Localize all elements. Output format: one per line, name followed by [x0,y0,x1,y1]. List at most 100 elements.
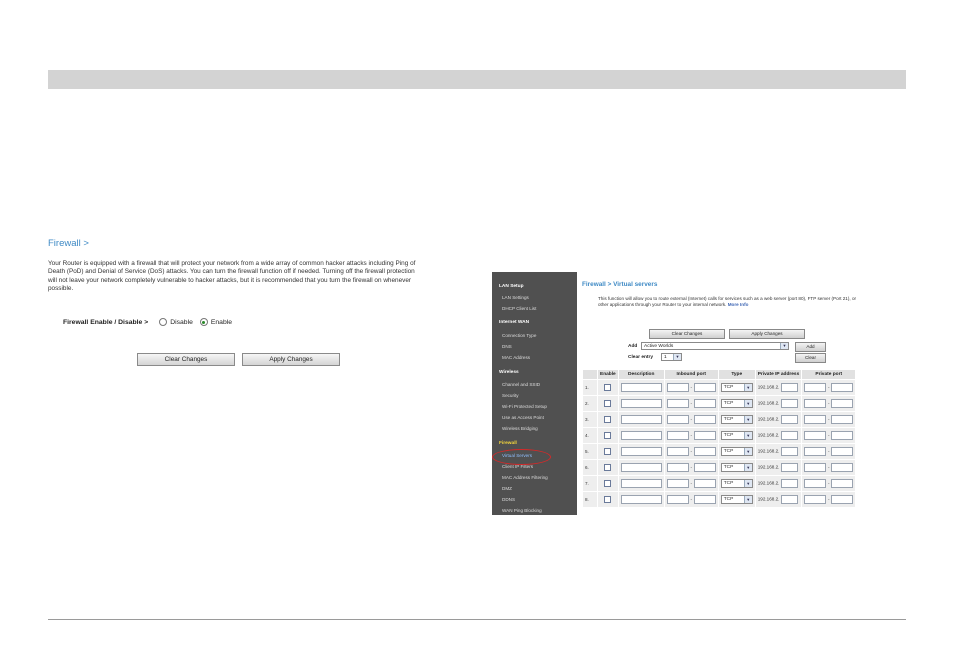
private-port-start-input[interactable] [804,495,827,504]
inbound-port-start-input[interactable] [666,447,689,456]
description-input[interactable] [620,479,662,488]
private-ip-input[interactable] [780,463,798,472]
private-port-start-input[interactable] [804,463,827,472]
enable-checkbox[interactable] [604,463,612,471]
sidebar-item-wireless-bridging[interactable]: Wireless Bridging [502,426,538,431]
sidebar-item-mac-filtering[interactable]: MAC Address Filtering [502,475,548,480]
vs-clear-changes-button[interactable]: Clear Changes [649,329,725,339]
private-port-cell: - [802,492,856,507]
private-ip-input[interactable] [780,415,798,424]
enable-checkbox[interactable] [604,447,612,455]
inbound-port-end-input[interactable] [693,479,716,488]
inbound-port-start-input[interactable] [666,383,689,392]
enable-checkbox[interactable] [604,415,612,423]
private-port-end-input[interactable] [831,431,854,440]
private-port-start-input[interactable] [804,479,827,488]
inbound-port-start-input[interactable] [666,479,689,488]
type-select[interactable]: TCP ▼ [720,495,753,504]
sidebar-item-ddns[interactable]: DDNS [502,497,515,502]
enable-checkbox[interactable] [604,479,612,487]
more-info-link[interactable]: More Info [728,302,749,307]
private-port-start-input[interactable] [804,399,827,408]
sidebar-item-security[interactable]: Security [502,393,519,398]
inbound-port-start-input[interactable] [666,399,689,408]
private-ip-input[interactable] [780,383,798,392]
clear-changes-button[interactable]: Clear Changes [137,353,235,366]
private-ip-input[interactable] [780,495,798,504]
private-port-end-input[interactable] [831,463,854,472]
row-number: 8. [583,492,597,507]
inbound-port-end-input[interactable] [693,415,716,424]
disable-option[interactable]: Disable [159,318,193,326]
private-port-start-input[interactable] [804,415,827,424]
private-ip-input[interactable] [780,479,798,488]
private-port-start-input[interactable] [804,383,827,392]
private-ip-input[interactable] [780,431,798,440]
inbound-port-end-input[interactable] [693,447,716,456]
row-number: 2. [583,396,597,411]
private-port-end-input[interactable] [831,399,854,408]
enable-checkbox[interactable] [604,431,612,439]
sidebar-item-wan-ping-blocking[interactable]: WAN Ping Blocking [502,508,542,513]
sidebar-item-wps[interactable]: Wi-Fi Protected Setup [502,404,547,409]
clear-entry-select[interactable]: 1 ▼ [661,353,682,361]
inbound-port-start-input[interactable] [666,463,689,472]
description-input[interactable] [620,495,662,504]
inbound-port-end-input[interactable] [693,495,716,504]
ip-prefix: 192.168.2. [757,432,780,438]
vs-apply-changes-button[interactable]: Apply Changes [729,329,805,339]
enable-checkbox[interactable] [604,383,612,391]
type-value: TCP [723,433,734,438]
type-select[interactable]: TCP ▼ [720,463,753,472]
add-service-select[interactable]: Active Worlds ▼ [641,342,789,350]
type-select[interactable]: TCP ▼ [720,383,753,392]
description-input[interactable] [620,415,662,424]
firewall-description: Your Router is equipped with a firewall … [48,260,416,293]
sidebar-item-channel-ssid[interactable]: Channel and SSID [502,382,540,387]
inbound-port-end-input[interactable] [693,383,716,392]
description-input[interactable] [620,383,662,392]
private-port-start-input[interactable] [804,447,827,456]
description-cell [618,412,664,427]
private-port-end-input[interactable] [831,479,854,488]
apply-changes-button[interactable]: Apply Changes [242,353,340,366]
clear-entry-label: Clear entry [628,355,654,360]
enable-checkbox[interactable] [604,399,612,407]
inbound-port-end-input[interactable] [693,431,716,440]
private-port-end-input[interactable] [831,495,854,504]
private-port-end-input[interactable] [831,383,854,392]
description-input[interactable] [620,463,662,472]
private-port-end-input[interactable] [831,447,854,456]
description-input[interactable] [620,399,662,408]
enable-option[interactable]: Enable [199,318,232,326]
sidebar-item-dns[interactable]: DNS [502,344,512,349]
sidebar-item-dmz[interactable]: DMZ [502,486,512,491]
sidebar-item-connection-type[interactable]: Connection Type [502,333,536,338]
add-button[interactable]: Add [795,342,826,352]
description-input[interactable] [620,447,662,456]
inbound-port-end-input[interactable] [693,463,716,472]
disable-radio[interactable] [159,318,168,326]
enable-radio[interactable] [199,318,208,326]
sidebar-item-mac-address[interactable]: MAC Address [502,355,530,360]
inbound-port-start-input[interactable] [666,495,689,504]
type-select[interactable]: TCP ▼ [720,447,753,456]
inbound-port-start-input[interactable] [666,415,689,424]
type-select[interactable]: TCP ▼ [720,415,753,424]
enable-checkbox[interactable] [604,495,612,503]
inbound-port-end-input[interactable] [693,399,716,408]
private-ip-input[interactable] [780,399,798,408]
type-select[interactable]: TCP ▼ [720,479,753,488]
col-description: Description [618,370,664,379]
description-input[interactable] [620,431,662,440]
clear-button[interactable]: Clear [795,353,826,363]
sidebar-item-lan-settings[interactable]: LAN Settings [502,295,529,300]
sidebar-item-dhcp-client-list[interactable]: DHCP Client List [502,306,536,311]
sidebar-item-access-point[interactable]: Use as Access Point [502,415,544,420]
private-ip-input[interactable] [780,447,798,456]
type-select[interactable]: TCP ▼ [720,399,753,408]
private-port-end-input[interactable] [831,415,854,424]
inbound-port-start-input[interactable] [666,431,689,440]
private-port-start-input[interactable] [804,431,827,440]
type-select[interactable]: TCP ▼ [720,431,753,440]
